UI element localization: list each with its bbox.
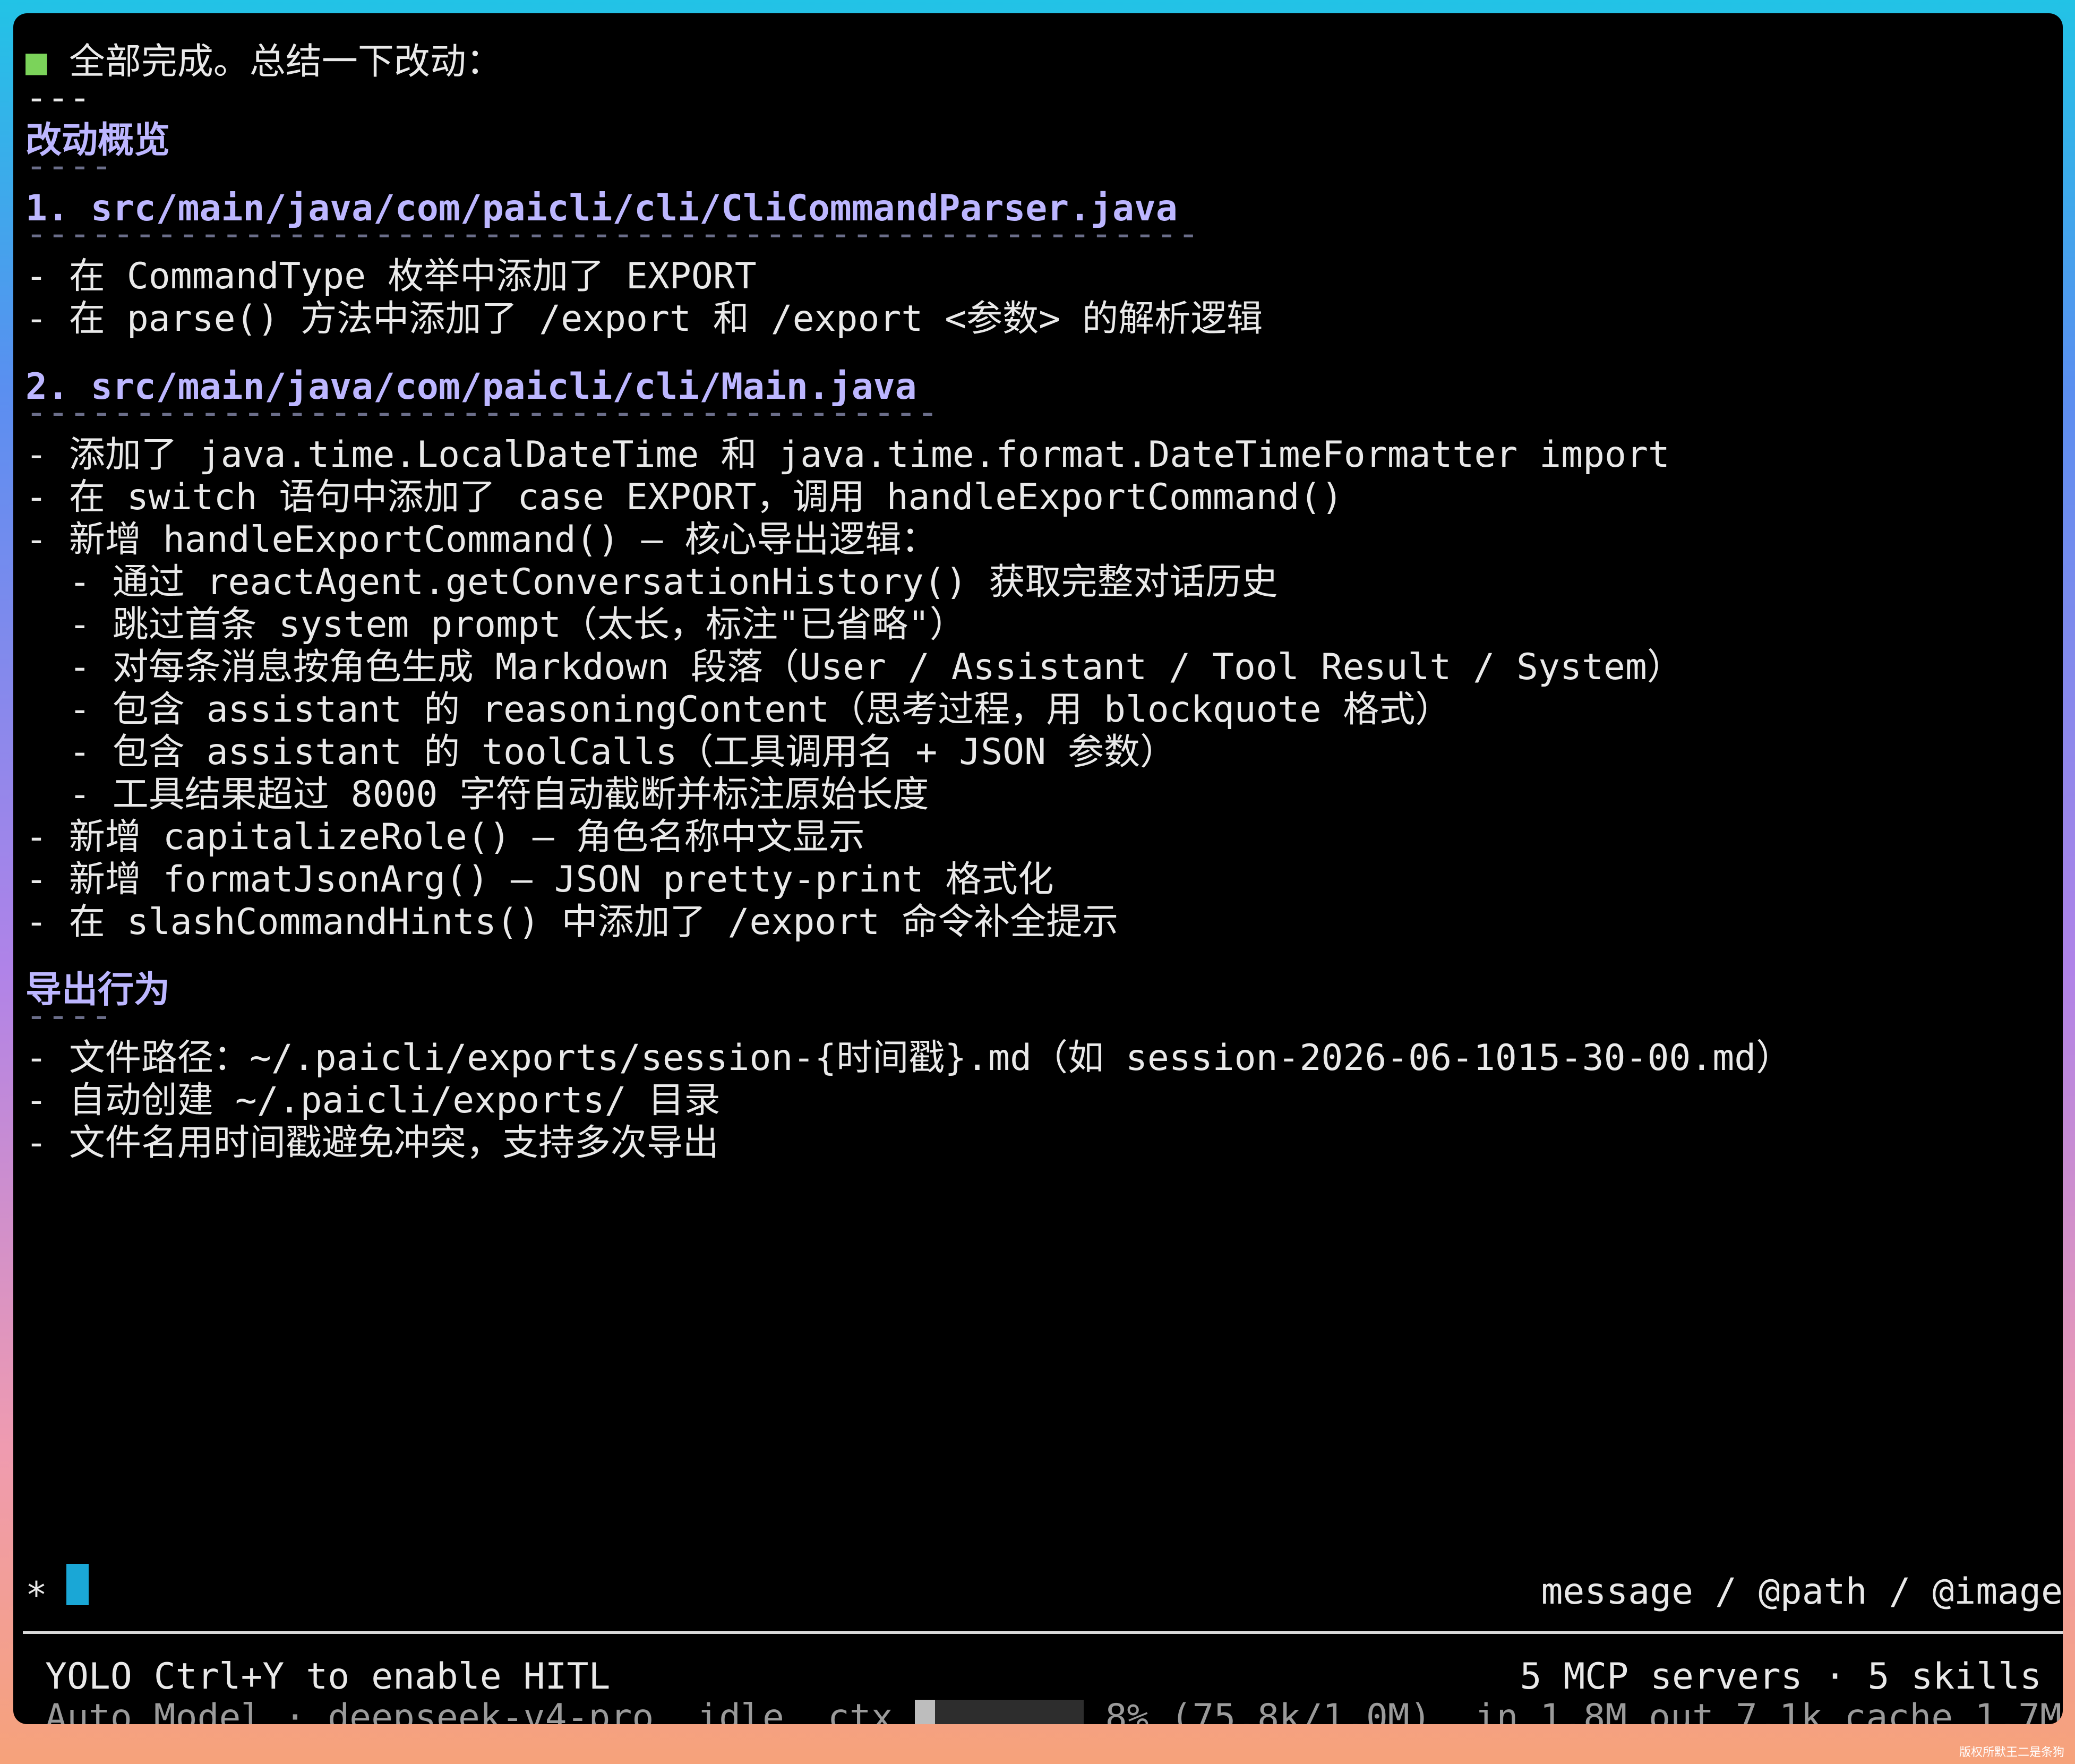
list-item: - 在 slashCommandHints() 中添加了 /export 命令补… bbox=[25, 901, 1119, 943]
list-item: - 包含 assistant 的 toolCalls（工具调用名 + JSON … bbox=[25, 731, 1177, 773]
watermark: 版权所默王二是条狗 bbox=[1959, 1746, 2064, 1759]
list-item: - 新增 formatJsonArg() — JSON pretty-print… bbox=[25, 859, 1054, 901]
input-placeholder-hint[interactable]: message / @path / @image bbox=[1541, 1571, 2063, 1613]
list-item: - 自动创建 ~/.paicli/exports/ 目录 bbox=[25, 1080, 721, 1121]
list-item: - 在 CommandType 枚举中添加了 EXPORT bbox=[25, 255, 757, 297]
list-item: - 文件名用时间戳避免冲突，支持多次导出 bbox=[25, 1122, 719, 1164]
context-usage-fill bbox=[914, 1700, 935, 1724]
input-cursor[interactable] bbox=[66, 1564, 89, 1605]
list-item: - 新增 capitalizeRole() — 角色名称中文显示 bbox=[25, 816, 865, 858]
terminal-window: ■ 全部完成。总结一下改动： --- 改动概览 ---- 1. src/main… bbox=[13, 13, 2063, 1724]
ctx-label: ctx bbox=[827, 1697, 893, 1724]
model-label: Auto Model · deepseek-v4-pro bbox=[45, 1697, 654, 1724]
list-item: - 新增 handleExportCommand() — 核心导出逻辑： bbox=[25, 519, 938, 561]
list-item: - 在 parse() 方法中添加了 /export 和 /export <参数… bbox=[25, 298, 1263, 340]
list-item: - 包含 assistant 的 reasoningContent（思考过程，用… bbox=[25, 689, 1452, 731]
token-usage: in 1.8M out 7.1k cache 1.7M · bbox=[1474, 1697, 2063, 1724]
context-usage-text: 8% (75.8k/1.0M) bbox=[1105, 1697, 1431, 1724]
status-bar: Auto Model · deepseek-v4-pro idle ctx 8%… bbox=[45, 1697, 2063, 1724]
file-heading-underline: ----------------------------------------… bbox=[25, 391, 939, 433]
agent-state: idle bbox=[697, 1697, 784, 1724]
list-item: - 通过 reactAgent.getConversationHistory()… bbox=[25, 561, 1278, 603]
horizontal-rule: --- bbox=[25, 77, 91, 119]
section-heading-underline: ---- bbox=[25, 995, 113, 1037]
file-heading-underline: ----------------------------------------… bbox=[25, 213, 1199, 255]
list-item: - 在 switch 语句中添加了 case EXPORT，调用 handleE… bbox=[25, 476, 1343, 518]
list-item: - 文件路径：~/.paicli/exports/session-{时间戳}.m… bbox=[25, 1037, 1793, 1079]
list-item: - 添加了 java.time.LocalDateTime 和 java.tim… bbox=[25, 434, 1670, 476]
list-item: - 对每条消息按角色生成 Markdown 段落（User / Assistan… bbox=[25, 646, 1683, 688]
prompt-symbol: * bbox=[25, 1574, 47, 1616]
list-item: - 跳过首条 system prompt（太长，标注"已省略"） bbox=[25, 604, 966, 646]
summary-intro: ■ 全部完成。总结一下改动： bbox=[25, 41, 502, 83]
mode-indicator: YOLO Ctrl+Y to enable HITL bbox=[45, 1656, 611, 1698]
mcp-skills-summary: 5 MCP servers · 5 skills bbox=[1520, 1656, 2042, 1698]
section-heading-underline: ---- bbox=[25, 145, 113, 187]
input-divider bbox=[23, 1631, 2063, 1634]
list-item: - 工具结果超过 8000 字符自动截断并标注原始长度 bbox=[25, 774, 929, 816]
context-usage-bar bbox=[914, 1700, 1084, 1724]
